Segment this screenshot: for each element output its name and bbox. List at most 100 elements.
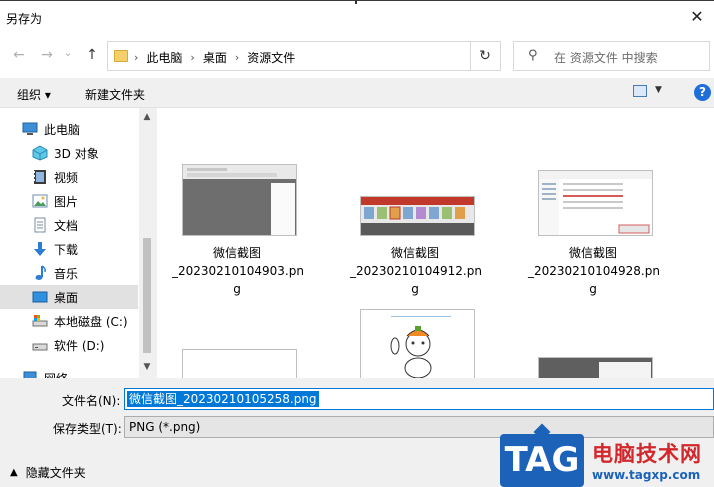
network-icon (22, 370, 38, 378)
hide-folders-label: 隐藏文件夹 (25, 466, 86, 480)
file-name-line: _20230210104903.pn (172, 264, 304, 278)
view-dropdown-caret[interactable]: ▼ (655, 85, 662, 95)
address-divider (470, 42, 471, 70)
pictures-icon (32, 193, 48, 209)
file-name-line: _20230210104912.pn (350, 264, 482, 278)
filetype-label: 保存类型(T): (53, 422, 122, 436)
hide-folders-button[interactable]: ▲ 隐藏文件夹 (10, 464, 86, 481)
help-button[interactable]: ? (694, 84, 711, 101)
computer-icon (22, 121, 38, 137)
sidebar-item-label: 网络 (44, 370, 68, 379)
sidebar-scrollbar[interactable]: ▲ ▼ (139, 108, 155, 378)
command-bar: 组织 ▾ 新建文件夹 ▼ ? (0, 78, 714, 108)
sidebar-item-drive-d[interactable]: 软件 (D:) (0, 333, 138, 357)
file-name-line: g (411, 282, 419, 296)
sidebar-item-downloads[interactable]: 下载 (0, 237, 138, 261)
sidebar-item-label: 视频 (54, 170, 79, 185)
watermark-title: 电脑技术网 (592, 442, 702, 466)
search-icon: ⚲ (528, 48, 538, 63)
file-thumbnail (360, 196, 475, 236)
file-name-line: g (589, 282, 597, 296)
search-input[interactable]: ⚲ 在 资源文件 中搜索 (513, 41, 710, 71)
file-name-line: 微信截图 (568, 246, 617, 260)
documents-icon (32, 217, 48, 233)
breadcrumb-separator: › (134, 51, 139, 64)
sidebar-item-drive-c[interactable]: 本地磁盘 (C:) (0, 309, 138, 333)
sidebar-item-label: 桌面 (54, 290, 79, 305)
file-name-line: g (233, 282, 241, 296)
scroll-thumb[interactable] (143, 238, 151, 353)
breadcrumb-item-this-pc[interactable]: 此电脑 (146, 49, 182, 66)
forward-button[interactable]: → (37, 44, 57, 66)
scroll-up-arrow[interactable]: ▲ (139, 112, 155, 122)
file-thumbnail (182, 164, 297, 236)
window-top-border (0, 0, 714, 1)
breadcrumb-separator[interactable]: › (235, 51, 239, 64)
file-thumbnail[interactable] (360, 309, 475, 378)
search-placeholder: 在 资源文件 中搜索 (554, 51, 658, 65)
new-folder-button[interactable]: 新建文件夹 (85, 86, 145, 103)
window-title: 另存为 (6, 12, 43, 26)
address-bar[interactable]: › 此电脑 › 桌面 › 资源文件 ↻ (107, 41, 501, 71)
filename-value[interactable]: 微信截图_20230210105258.png (127, 391, 319, 407)
sidebar-item-network[interactable]: 网络 (0, 366, 138, 378)
close-button[interactable]: ✕ (686, 6, 708, 28)
drive-d-icon (32, 337, 48, 353)
sidebar-item-label: 本地磁盘 (C:) (54, 314, 128, 329)
file-item[interactable]: 微信截图 _20230210104903.pn g (172, 108, 304, 308)
title-bar: 另存为 ✕ (0, 0, 714, 34)
filename-field[interactable]: 微信截图_20230210105258.png (124, 388, 714, 410)
file-thumbnail[interactable] (538, 357, 653, 378)
file-item[interactable]: 微信截图 _20230210104928.pn g (528, 108, 660, 308)
folder-icon (114, 50, 128, 62)
scroll-down-arrow[interactable]: ▼ (139, 362, 155, 372)
file-thumbnail[interactable] (182, 349, 297, 378)
breadcrumb: › 此电脑 › 桌面 › 资源文件 (132, 49, 295, 66)
sidebar-item-label: 3D 对象 (54, 146, 99, 161)
window-notch (355, 0, 357, 4)
file-name-line: 微信截图 (390, 246, 439, 260)
file-name-line: 微信截图 (212, 246, 261, 260)
breadcrumb-separator[interactable]: › (190, 51, 194, 64)
watermark-tag-text: TAG (504, 440, 580, 480)
organize-button[interactable]: 组织 ▾ (17, 86, 51, 103)
sidebar-item-label: 文档 (54, 218, 79, 233)
breadcrumb-item-desktop[interactable]: 桌面 (203, 49, 227, 66)
sidebar-item-videos[interactable]: 视频 (0, 165, 138, 189)
sidebar-item-label: 软件 (D:) (54, 338, 105, 353)
recent-locations-dropdown[interactable]: ⌄ (62, 42, 74, 64)
watermark-logo: TAG 电脑技术网 www.tagxp.com (500, 423, 714, 487)
file-list: 微信截图 _20230210104903.pn g 微信截图 _20230210… (157, 108, 714, 378)
sidebar-item-desktop[interactable]: 桌面 (0, 285, 138, 309)
sidebar-item-music[interactable]: 音乐 (0, 261, 138, 285)
desktop-icon (32, 289, 48, 305)
download-icon (32, 241, 48, 257)
file-thumbnail (538, 170, 653, 236)
watermark-tag: TAG (500, 423, 584, 487)
filetype-value: PNG (*.png) (129, 420, 201, 434)
sidebar-item-this-pc[interactable]: 此电脑 (0, 117, 138, 141)
sidebar-item-label: 图片 (54, 194, 79, 209)
watermark-url: www.tagxp.com (592, 468, 701, 482)
file-item[interactable]: 微信截图 _20230210104912.pn g (350, 108, 482, 308)
video-icon (32, 169, 48, 185)
refresh-button[interactable]: ↻ (474, 46, 496, 66)
music-icon (32, 265, 48, 281)
sidebar-item-pictures[interactable]: 图片 (0, 189, 138, 213)
sidebar-item-label: 此电脑 (44, 122, 81, 137)
sidebar-item-3d-objects[interactable]: 3D 对象 (0, 141, 138, 165)
navigation-bar: ← → ⌄ ↑ › 此电脑 › 桌面 › 资源文件 ↻ ⚲ 在 资源文件 中搜索 (0, 34, 714, 78)
up-button[interactable]: ↑ (82, 44, 102, 66)
3d-objects-icon (32, 145, 48, 161)
sidebar-item-label: 音乐 (54, 266, 79, 281)
sidebar-item-label: 下载 (54, 242, 79, 257)
navigation-pane: 此电脑 3D 对象 视频 图片 文档 下载 音乐 桌面 本地磁盘 (C:) 软件… (0, 108, 155, 378)
sidebar-item-documents[interactable]: 文档 (0, 213, 138, 237)
file-name-line: _20230210104928.pn (528, 264, 660, 278)
filename-label: 文件名(N): (62, 394, 121, 408)
back-button[interactable]: ← (9, 44, 29, 66)
chevron-up-icon: ▲ (10, 467, 18, 478)
view-options-icon[interactable] (633, 85, 647, 97)
breadcrumb-item-resources[interactable]: 资源文件 (247, 49, 295, 66)
drive-c-icon (32, 313, 48, 329)
